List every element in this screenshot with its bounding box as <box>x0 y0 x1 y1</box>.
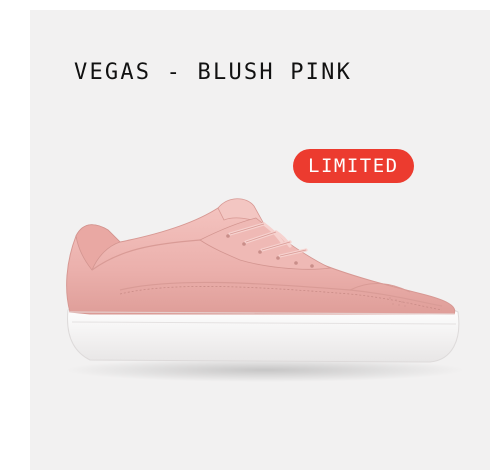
sneaker-image[interactable] <box>50 190 470 390</box>
limited-badge: LIMITED <box>293 149 414 183</box>
product-title: VEGAS - BLUSH PINK <box>74 60 353 85</box>
product-card[interactable]: VEGAS - BLUSH PINK LIMITED <box>30 10 490 470</box>
